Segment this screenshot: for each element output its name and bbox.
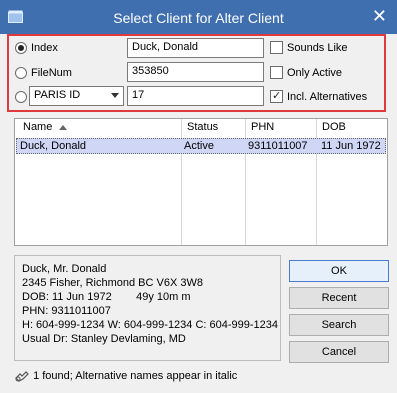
details-line: H: 604-999-1234 W: 604-999-1234 C: 604-9… — [22, 319, 279, 331]
window-title: Select Client for Alter Client — [113, 10, 284, 26]
incl-alternatives-label: Incl. Alternatives — [287, 91, 368, 103]
sounds-like-label: Sounds Like — [287, 42, 348, 54]
row-name: Duck, Donald — [20, 140, 87, 152]
details-line: 2345 Fisher, Richmond BC V6X 3W8 — [22, 277, 203, 289]
sounds-like-checkbox[interactable] — [270, 41, 283, 54]
details-line: Duck, Mr. Donald — [22, 263, 107, 275]
index-label: Index — [31, 42, 58, 54]
filenum-label: FileNum — [31, 67, 72, 79]
row-status: Active — [184, 140, 214, 152]
id-type-value: PARIS ID — [34, 89, 81, 101]
title-bar: Select Client for Alter Client ✕ — [0, 0, 397, 34]
column-header-status[interactable]: Status — [183, 119, 222, 137]
status-bar: 1 found; Alternative names appear in ita… — [14, 369, 237, 387]
column-header-name[interactable]: Name — [19, 119, 71, 137]
details-line: DOB: 11 Jun 1972 49y 10m m — [22, 291, 191, 303]
hand-icon — [15, 371, 29, 382]
client-details-panel: Duck, Mr. Donald 2345 Fisher, Richmond B… — [14, 255, 281, 361]
id-input[interactable]: 17 — [127, 86, 264, 106]
search-button[interactable]: Search — [289, 314, 389, 336]
index-radio[interactable] — [15, 42, 27, 54]
ok-button[interactable]: OK — [289, 260, 389, 282]
only-active-checkbox[interactable] — [270, 66, 283, 79]
details-line: Usual Dr: Stanley Devlaming, MD — [22, 333, 186, 345]
only-active-label: Only Active — [287, 67, 343, 79]
close-icon[interactable]: ✕ — [372, 6, 387, 26]
row-dob: 11 Jun 1972 — [321, 140, 381, 152]
recent-button[interactable]: Recent — [289, 287, 389, 309]
details-line: PHN: 9311011007 — [22, 305, 111, 317]
filenum-radio[interactable] — [15, 67, 27, 79]
index-input[interactable]: Duck, Donald — [127, 38, 264, 58]
chevron-down-icon — [111, 93, 119, 98]
column-header-dob[interactable]: DOB — [318, 119, 350, 137]
table-row[interactable]: Duck, Donald Active 9311011007 11 Jun 19… — [16, 138, 386, 154]
row-phn: 9311011007 — [248, 140, 308, 152]
cancel-button[interactable]: Cancel — [289, 341, 389, 363]
sort-ascending-icon — [59, 124, 68, 130]
filenum-input[interactable]: 353850 — [127, 62, 264, 82]
incl-alternatives-checkbox[interactable] — [270, 89, 283, 103]
id-type-select[interactable]: PARIS ID — [29, 86, 124, 106]
id-radio[interactable] — [15, 91, 27, 103]
column-header-phn[interactable]: PHN — [247, 119, 278, 137]
results-grid[interactable]: Name Status PHN DOB Duck, Donald Active … — [14, 118, 388, 246]
status-text: 1 found; Alternative names appear in ita… — [33, 369, 238, 382]
